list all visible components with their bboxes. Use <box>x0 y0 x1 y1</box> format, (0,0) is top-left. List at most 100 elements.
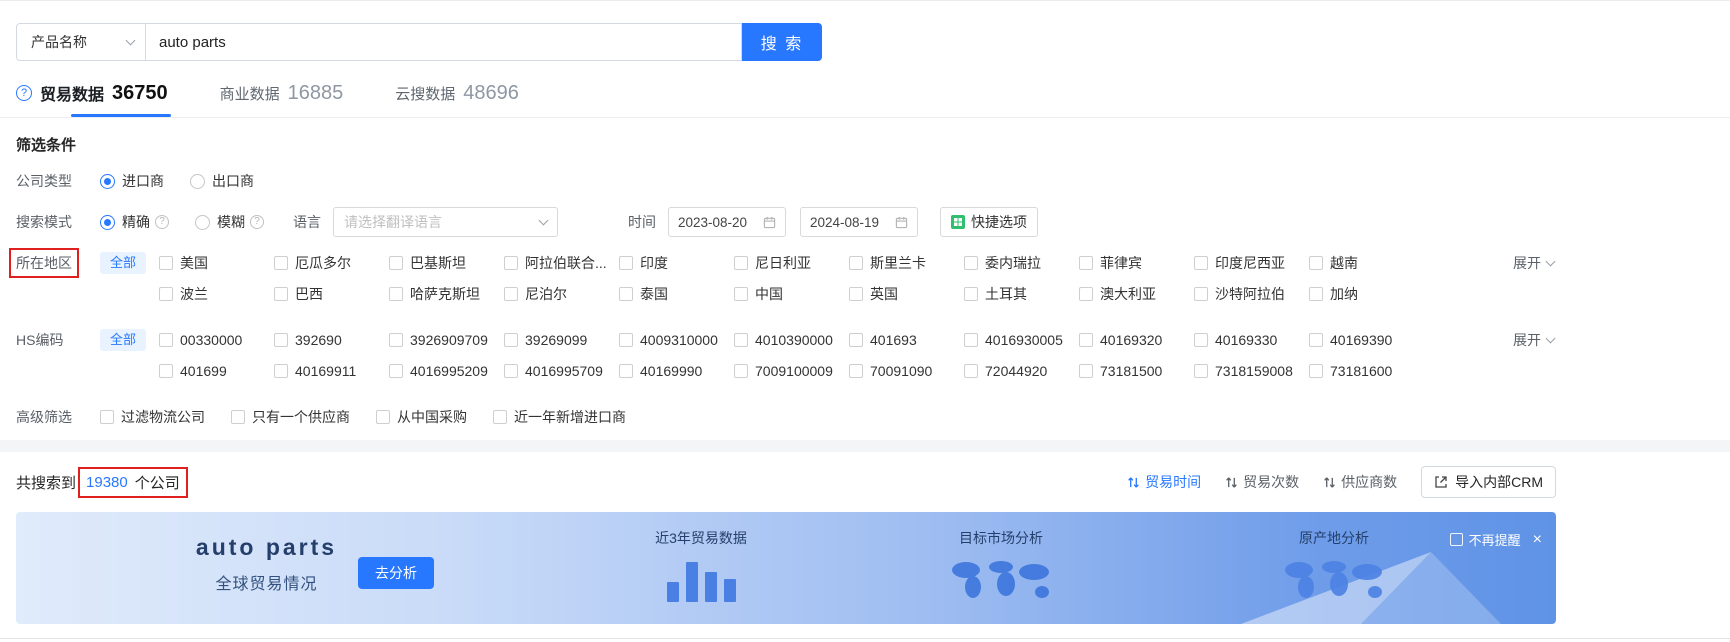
hs-option[interactable]: 40169990 <box>619 360 734 382</box>
info-icon[interactable]: ? <box>250 215 264 229</box>
hs-option[interactable]: 4016930005 <box>964 329 1079 351</box>
checkbox-icon[interactable] <box>504 287 519 301</box>
region-option[interactable]: 加纳 <box>1309 283 1424 305</box>
sort-supplier-count[interactable]: 供应商数 <box>1323 472 1397 492</box>
checkbox-icon[interactable] <box>389 256 404 270</box>
checkbox-icon[interactable] <box>964 287 979 301</box>
analyze-button[interactable]: 去分析 <box>358 557 434 589</box>
checkbox-icon[interactable] <box>619 333 634 347</box>
checkbox-icon[interactable] <box>1079 287 1094 301</box>
dont-remind-checkbox[interactable] <box>1449 533 1463 546</box>
checkbox-icon[interactable] <box>849 287 864 301</box>
region-option[interactable]: 厄瓜多尔 <box>274 252 389 274</box>
radio-exact[interactable]: 精确 ? <box>100 211 169 233</box>
region-option[interactable]: 中国 <box>734 283 849 305</box>
checkbox-icon[interactable] <box>619 364 634 378</box>
checkbox-icon[interactable] <box>734 364 749 378</box>
start-date-input[interactable]: 2023-08-20 <box>668 207 786 237</box>
checkbox-icon[interactable] <box>504 364 519 378</box>
checkbox-icon[interactable] <box>734 287 749 301</box>
radio-importer[interactable]: 进口商 <box>100 170 164 192</box>
region-option[interactable]: 委内瑞拉 <box>964 252 1079 274</box>
checkbox-icon[interactable] <box>504 333 519 347</box>
checkbox-icon[interactable] <box>1194 364 1209 378</box>
radio-exporter[interactable]: 出口商 <box>190 170 254 192</box>
checkbox-icon[interactable] <box>159 333 174 347</box>
checkbox-icon[interactable] <box>849 333 864 347</box>
hs-option[interactable]: 392690 <box>274 329 389 351</box>
language-select[interactable]: 请选择翻译语言 <box>333 207 558 237</box>
hs-expand-link[interactable]: 展开 <box>1513 329 1556 351</box>
region-option[interactable]: 斯里兰卡 <box>849 252 964 274</box>
hs-option[interactable]: 4009310000 <box>619 329 734 351</box>
checkbox-icon[interactable] <box>1079 333 1094 347</box>
checkbox-icon[interactable] <box>1309 364 1324 378</box>
hs-option[interactable]: 7318159008 <box>1194 360 1309 382</box>
hs-option[interactable]: 4016995709 <box>504 360 619 382</box>
region-option[interactable]: 英国 <box>849 283 964 305</box>
hs-option[interactable]: 00330000 <box>159 329 274 351</box>
checkbox-icon[interactable] <box>964 333 979 347</box>
info-icon[interactable]: ? <box>155 215 169 229</box>
checkbox-icon[interactable] <box>100 410 114 424</box>
region-option[interactable]: 巴基斯坦 <box>389 252 504 274</box>
checkbox-icon[interactable] <box>1194 256 1209 270</box>
radio-fuzzy[interactable]: 模糊 ? <box>195 211 264 233</box>
checkbox-icon[interactable] <box>849 256 864 270</box>
checkbox-icon[interactable] <box>389 333 404 347</box>
region-option[interactable]: 波兰 <box>159 283 274 305</box>
tab-trade-data[interactable]: ? 贸易数据 36750 <box>16 81 168 105</box>
region-option[interactable]: 印度尼西亚 <box>1194 252 1309 274</box>
checkbox-icon[interactable] <box>1194 287 1209 301</box>
hs-option[interactable]: 73181500 <box>1079 360 1194 382</box>
import-crm-button[interactable]: 导入内部CRM <box>1421 466 1556 498</box>
radio-icon[interactable] <box>100 214 115 230</box>
checkbox-icon[interactable] <box>159 287 174 301</box>
hs-option[interactable]: 72044920 <box>964 360 1079 382</box>
advanced-option[interactable]: 从中国采购 <box>376 406 467 428</box>
region-expand-link[interactable]: 展开 <box>1513 252 1556 274</box>
radio-icon[interactable] <box>195 214 210 230</box>
hs-option[interactable]: 39269099 <box>504 329 619 351</box>
region-option[interactable]: 哈萨克斯坦 <box>389 283 504 305</box>
quick-options-button[interactable]: 快捷选项 <box>940 207 1038 237</box>
checkbox-icon[interactable] <box>1079 364 1094 378</box>
end-date-input[interactable]: 2024-08-19 <box>800 207 918 237</box>
hs-option[interactable]: 7009100009 <box>734 360 849 382</box>
checkbox-icon[interactable] <box>619 256 634 270</box>
search-button[interactable]: 搜 索 <box>742 23 822 61</box>
region-option[interactable]: 土耳其 <box>964 283 1079 305</box>
radio-icon[interactable] <box>190 173 205 189</box>
advanced-option[interactable]: 只有一个供应商 <box>231 406 350 428</box>
checkbox-icon[interactable] <box>734 256 749 270</box>
checkbox-icon[interactable] <box>964 364 979 378</box>
hs-option[interactable]: 73181600 <box>1309 360 1424 382</box>
hs-option[interactable]: 4016995209 <box>389 360 504 382</box>
checkbox-icon[interactable] <box>619 287 634 301</box>
hs-option[interactable]: 401699 <box>159 360 274 382</box>
checkbox-icon[interactable] <box>231 410 245 424</box>
checkbox-icon[interactable] <box>274 287 289 301</box>
region-all-button[interactable]: 全部 <box>100 252 147 274</box>
checkbox-icon[interactable] <box>159 364 174 378</box>
checkbox-icon[interactable] <box>1194 333 1209 347</box>
sort-trade-count[interactable]: 贸易次数 <box>1225 472 1299 492</box>
hs-option[interactable]: 3926909709 <box>389 329 504 351</box>
hs-all-button[interactable]: 全部 <box>100 329 147 351</box>
close-icon[interactable]: × <box>1533 532 1542 548</box>
region-option[interactable]: 澳大利亚 <box>1079 283 1194 305</box>
hs-option[interactable]: 70091090 <box>849 360 964 382</box>
checkbox-icon[interactable] <box>376 410 390 424</box>
hs-option[interactable]: 40169320 <box>1079 329 1194 351</box>
tab-business-data[interactable]: 商业数据 16885 <box>220 82 344 105</box>
advanced-option[interactable]: 过滤物流公司 <box>100 406 205 428</box>
advanced-option[interactable]: 近一年新增进口商 <box>493 406 626 428</box>
checkbox-icon[interactable] <box>1079 256 1094 270</box>
checkbox-icon[interactable] <box>1309 287 1324 301</box>
region-option[interactable]: 泰国 <box>619 283 734 305</box>
region-option[interactable]: 巴西 <box>274 283 389 305</box>
checkbox-icon[interactable] <box>274 256 289 270</box>
region-option[interactable]: 菲律宾 <box>1079 252 1194 274</box>
sort-trade-time[interactable]: 贸易时间 <box>1127 472 1201 492</box>
region-option[interactable]: 尼日利亚 <box>734 252 849 274</box>
